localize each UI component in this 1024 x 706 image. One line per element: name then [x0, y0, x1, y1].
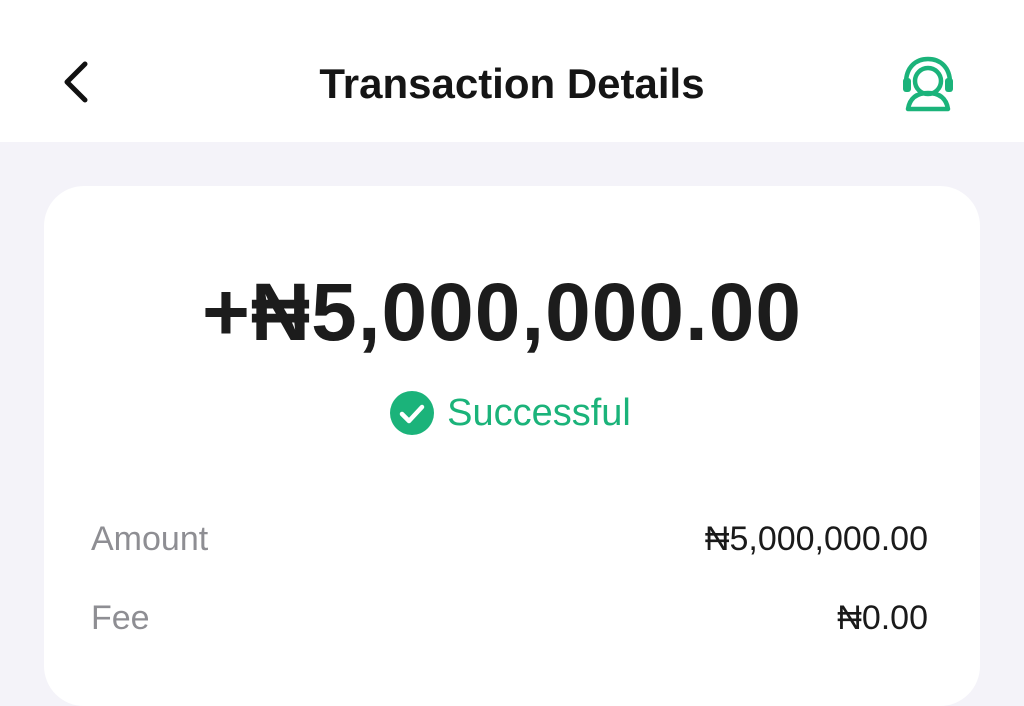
amount-value: ₦5,000,000.00: [704, 520, 928, 558]
fee-label: Fee: [91, 599, 150, 637]
amount-label: Amount: [91, 520, 209, 558]
transaction-amount: +₦5,000,000.00: [202, 267, 802, 358]
check-circle-icon: [390, 391, 435, 435]
chevron-left-icon: [64, 61, 88, 103]
status-label: Successful: [447, 392, 631, 434]
transaction-status: Successful: [0, 388, 1020, 438]
back-button[interactable]: [46, 50, 106, 114]
fee-value: ₦0.00: [837, 599, 928, 637]
customer-support-headset-icon: [903, 56, 953, 112]
app-header: Transaction Details: [0, 0, 1024, 142]
page-title: Transaction Details: [319, 60, 705, 107]
customer-support-button[interactable]: [892, 50, 964, 116]
